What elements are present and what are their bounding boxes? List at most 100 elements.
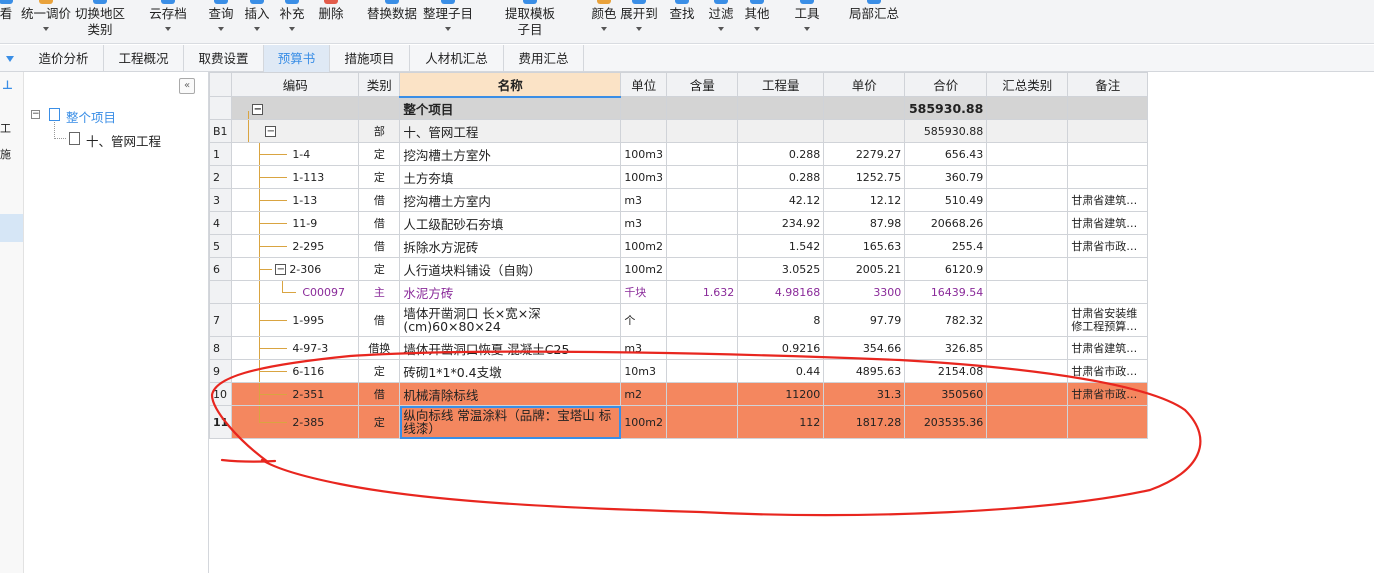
- cell-code[interactable]: 2-385: [231, 405, 360, 439]
- toolbar-button-10[interactable]: 提取模板 子目: [502, 0, 558, 44]
- cell-unit[interactable]: 个: [620, 303, 668, 337]
- cell-code[interactable]: 1-113: [231, 165, 360, 189]
- cell-total[interactable]: 326.85: [904, 336, 988, 360]
- cell-sumcat[interactable]: [986, 303, 1069, 337]
- cell-content[interactable]: [666, 188, 739, 212]
- cell-qty[interactable]: 234.92: [737, 211, 825, 235]
- collapse-icon[interactable]: −: [265, 126, 277, 137]
- cell-type[interactable]: 主: [358, 280, 401, 304]
- cell-name[interactable]: 整个项目: [399, 96, 622, 120]
- table-row[interactable]: C00097 主水泥方砖 千块 1.632 4.98168 3300 16439.54: [208, 280, 1149, 304]
- table-row[interactable]: B1 − 部十、管网工程 585930.88: [208, 119, 1149, 143]
- cell-name[interactable]: 水泥方砖: [399, 280, 622, 304]
- column-header-8[interactable]: 合价: [904, 72, 988, 97]
- cell-type[interactable]: 借: [358, 211, 401, 235]
- cell-note[interactable]: 甘肃省市政…: [1067, 234, 1149, 258]
- toolbar-button-12[interactable]: 展开到: [619, 0, 659, 44]
- cell-price[interactable]: 4895.63: [823, 359, 906, 383]
- cell-price[interactable]: 2279.27: [823, 142, 906, 166]
- cell-code[interactable]: 1-995: [231, 303, 360, 337]
- cell-sumcat[interactable]: [986, 257, 1069, 281]
- cell-total[interactable]: 16439.54: [904, 280, 988, 304]
- chevron-down-icon[interactable]: [718, 27, 724, 31]
- cell-qty[interactable]: 0.44: [737, 359, 825, 383]
- cell-name[interactable]: 十、管网工程: [399, 119, 622, 143]
- cell-note[interactable]: 甘肃省建筑…: [1067, 336, 1149, 360]
- cell-total[interactable]: 360.79: [904, 165, 988, 189]
- toolbar-button-15[interactable]: 其他: [741, 0, 773, 44]
- cell-total[interactable]: 782.32: [904, 303, 988, 337]
- table-row[interactable]: 5 2-295 借拆除水方泥砖 100m2 1.542 165.63 255.4 甘肃省市政…: [208, 234, 1149, 258]
- cell-note[interactable]: 甘肃省建筑…: [1067, 188, 1149, 212]
- cell-sumcat[interactable]: [986, 165, 1069, 189]
- table-row[interactable]: 4 11-9 借人工级配砂石夯填 m3 234.92 87.98 20668.26 甘肃省建筑…: [208, 211, 1149, 235]
- cell-total[interactable]: 20668.26: [904, 211, 988, 235]
- toolbar-button-6[interactable]: 补充: [277, 0, 307, 44]
- cell-unit[interactable]: m3: [620, 188, 668, 212]
- cell-price[interactable]: 2005.21: [823, 257, 906, 281]
- cell-price[interactable]: 354.66: [823, 336, 906, 360]
- tab-0[interactable]: 造价分析: [24, 45, 104, 72]
- tab-1[interactable]: 工程概况: [104, 45, 184, 72]
- cell-total[interactable]: 585930.88: [904, 119, 988, 143]
- cell-note[interactable]: [1067, 119, 1149, 143]
- cell-qty[interactable]: 1.542: [737, 234, 825, 258]
- cell-code[interactable]: 4-97-3: [231, 336, 360, 360]
- cell-sumcat[interactable]: [986, 211, 1069, 235]
- cell-unit[interactable]: [620, 96, 668, 120]
- collapse-panel-button[interactable]: «: [179, 78, 195, 94]
- cell-code[interactable]: −2-306: [231, 257, 360, 281]
- cell-note[interactable]: 甘肃省安装维修工程预算…: [1067, 303, 1149, 337]
- toolbar-button-13[interactable]: 查找: [667, 0, 697, 44]
- chevron-down-icon[interactable]: [445, 27, 451, 31]
- cell-name[interactable]: 人工级配砂石夯填: [399, 211, 622, 235]
- cell-total[interactable]: 6120.9: [904, 257, 988, 281]
- cell-note[interactable]: [1067, 405, 1149, 439]
- cell-price[interactable]: 165.63: [823, 234, 906, 258]
- chevron-down-icon[interactable]: [636, 27, 642, 31]
- cell-total[interactable]: 203535.36: [904, 405, 988, 439]
- table-row[interactable]: 3 1-13 借挖沟槽土方室内 m3 42.12 12.12 510.49 甘肃省建筑…: [208, 188, 1149, 212]
- cell-price[interactable]: [823, 96, 906, 120]
- toolbar-button-11[interactable]: 颜色: [589, 0, 619, 44]
- cell-content[interactable]: [666, 405, 739, 439]
- cell-name[interactable]: 挖沟槽土方室外: [399, 142, 622, 166]
- tree-node-root[interactable]: 整个项目: [66, 107, 116, 126]
- cell-qty[interactable]: 0.288: [737, 142, 825, 166]
- cell-qty[interactable]: 11200: [737, 382, 825, 406]
- cell-content[interactable]: [666, 96, 739, 120]
- cell-unit[interactable]: 千块: [620, 280, 668, 304]
- cell-type[interactable]: 定: [358, 165, 401, 189]
- cell-price[interactable]: 3300: [823, 280, 906, 304]
- column-header-0[interactable]: [208, 72, 233, 97]
- cell-total[interactable]: 2154.08: [904, 359, 988, 383]
- chevron-down-icon[interactable]: [754, 27, 760, 31]
- chevron-down-icon[interactable]: [804, 27, 810, 31]
- chevron-down-icon[interactable]: [43, 27, 49, 31]
- column-header-3[interactable]: 名称: [399, 72, 622, 98]
- column-header-5[interactable]: 含量: [666, 72, 739, 97]
- cell-sumcat[interactable]: [986, 142, 1069, 166]
- cell-content[interactable]: [666, 211, 739, 235]
- tree-node-child[interactable]: 十、管网工程: [86, 131, 161, 150]
- cell-unit[interactable]: m2: [620, 382, 668, 406]
- cell-qty[interactable]: 3.0525: [737, 257, 825, 281]
- cell-note[interactable]: [1067, 142, 1149, 166]
- toolbar-button-7[interactable]: 删除: [316, 0, 346, 44]
- cell-sumcat[interactable]: [986, 382, 1069, 406]
- strip-selected-item[interactable]: [0, 214, 23, 242]
- column-header-6[interactable]: 工程量: [737, 72, 825, 97]
- cell-note[interactable]: 甘肃省市政…: [1067, 359, 1149, 383]
- cell-type[interactable]: 定: [358, 257, 401, 281]
- cell-price[interactable]: 97.79: [823, 303, 906, 337]
- tab-2[interactable]: 取费设置: [184, 45, 264, 72]
- cell-name[interactable]: 墙体开凿洞口恢夏 混凝土C25: [399, 336, 622, 360]
- cell-code[interactable]: 6-116: [231, 359, 360, 383]
- table-row[interactable]: 10 2-351 借机械清除标线 m2 11200 31.3 350560 甘肃省市政…: [208, 382, 1149, 406]
- cell-unit[interactable]: 100m2: [620, 257, 668, 281]
- cell-note[interactable]: [1067, 96, 1149, 120]
- chevron-down-icon[interactable]: [165, 27, 171, 31]
- table-row[interactable]: 8 4-97-3 借换 墙体开凿洞口恢夏 混凝土C25 m3 0.9216 354.66 32…: [208, 336, 1149, 360]
- toolbar-button-4[interactable]: 查询: [205, 0, 237, 44]
- tab-4[interactable]: 措施项目: [330, 45, 410, 72]
